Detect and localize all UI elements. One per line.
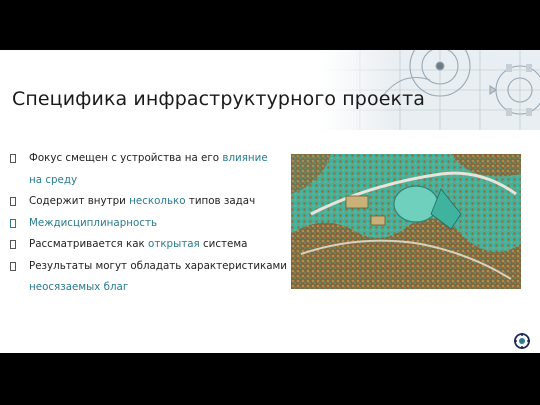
bullet-text: Рассматривается как xyxy=(29,238,149,250)
bullet-text: Содержит внутри xyxy=(29,195,130,207)
square-bullet-icon xyxy=(10,218,16,228)
square-bullet-icon xyxy=(10,240,16,249)
square-bullet-icon xyxy=(10,154,16,163)
bullet-text: Результаты могут обладать характеристика… xyxy=(29,259,287,272)
slide-title: Специфика инфраструктурного проекта xyxy=(12,88,425,110)
bullet-text: типов задач xyxy=(185,195,256,207)
bullet-highlight: Междисциплинарность xyxy=(29,216,158,229)
bullet-highlight: неосязаемых благ xyxy=(29,281,129,293)
logo-icon xyxy=(514,333,530,349)
bullet-highlight: на среду xyxy=(29,173,78,186)
bullet-highlight: открытая xyxy=(148,238,200,250)
list-item: Фокус смещен с устройства на его влияние… xyxy=(10,148,290,191)
slide: Специфика инфраструктурного проекта Фоку… xyxy=(0,50,540,353)
bullet-text: система xyxy=(199,238,248,250)
list-item: Рассматривается как открытая система xyxy=(10,234,290,256)
bullet-highlight: несколько xyxy=(129,195,186,207)
bullet-text: Фокус смещен с устройства на его xyxy=(29,152,223,164)
bullet-highlight: влияние xyxy=(222,152,268,164)
list-item: Содержит внутри несколько типов задач xyxy=(10,191,290,213)
terrain-map-image xyxy=(291,154,521,289)
list-item: Междисциплинарность xyxy=(10,213,290,235)
bullet-list: Фокус смещен с устройства на его влияние… xyxy=(10,148,290,299)
list-item: Результаты могут обладать характеристика… xyxy=(10,256,290,299)
square-bullet-icon xyxy=(10,197,16,206)
square-bullet-icon xyxy=(10,261,16,271)
